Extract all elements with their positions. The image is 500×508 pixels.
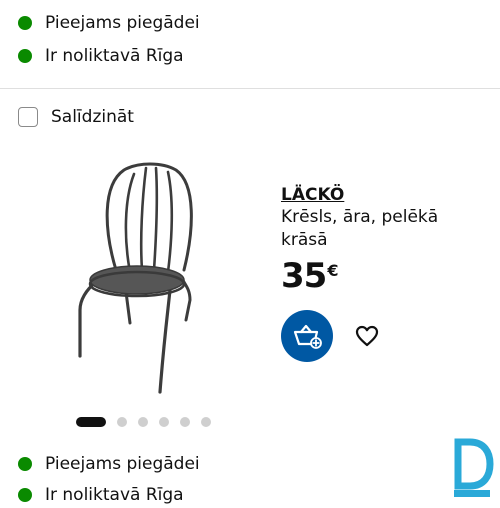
divider (0, 88, 500, 89)
price-currency: € (327, 261, 339, 280)
carousel-dot-active[interactable] (76, 417, 106, 427)
availability-delivery-label: Pieejams piegādei (45, 454, 200, 474)
image-carousel-indicator (76, 417, 222, 427)
carousel-dot[interactable] (180, 417, 190, 427)
product-price: 35 € (281, 256, 338, 296)
price-integer: 35 (281, 256, 327, 296)
compare-label: Salīdzināt (51, 107, 134, 127)
availability-delivery-bottom: Pieejams piegādei (18, 451, 200, 477)
product-name[interactable]: LÄCKÖ (281, 185, 344, 205)
basket-plus-icon (293, 324, 322, 349)
carousel-dot[interactable] (138, 417, 148, 427)
compare-checkbox[interactable] (18, 107, 38, 127)
carousel-dot[interactable] (117, 417, 127, 427)
d-logo-icon (454, 438, 494, 497)
availability-dot-icon (18, 457, 32, 471)
availability-delivery-top: Pieejams piegādei (18, 10, 200, 36)
availability-dot-icon (18, 16, 32, 30)
heart-outline-icon (355, 325, 379, 347)
carousel-dot[interactable] (159, 417, 169, 427)
availability-store-label: Ir noliktavā Rīga (45, 46, 184, 66)
availability-delivery-label: Pieejams piegādei (45, 13, 200, 33)
product-image[interactable] (72, 160, 222, 405)
availability-store-top: Ir noliktavā Rīga (18, 43, 184, 69)
compare-toggle[interactable]: Salīdzināt (18, 107, 134, 127)
product-description: Krēsls, āra, pelēkā krāsā (281, 207, 439, 250)
availability-store-label: Ir noliktavā Rīga (45, 485, 184, 505)
availability-store-bottom: Ir noliktavā Rīga (18, 482, 184, 508)
carousel-dot[interactable] (201, 417, 211, 427)
add-to-favourites-button[interactable] (352, 322, 382, 350)
availability-dot-icon (18, 49, 32, 63)
add-to-cart-button[interactable] (281, 310, 333, 362)
